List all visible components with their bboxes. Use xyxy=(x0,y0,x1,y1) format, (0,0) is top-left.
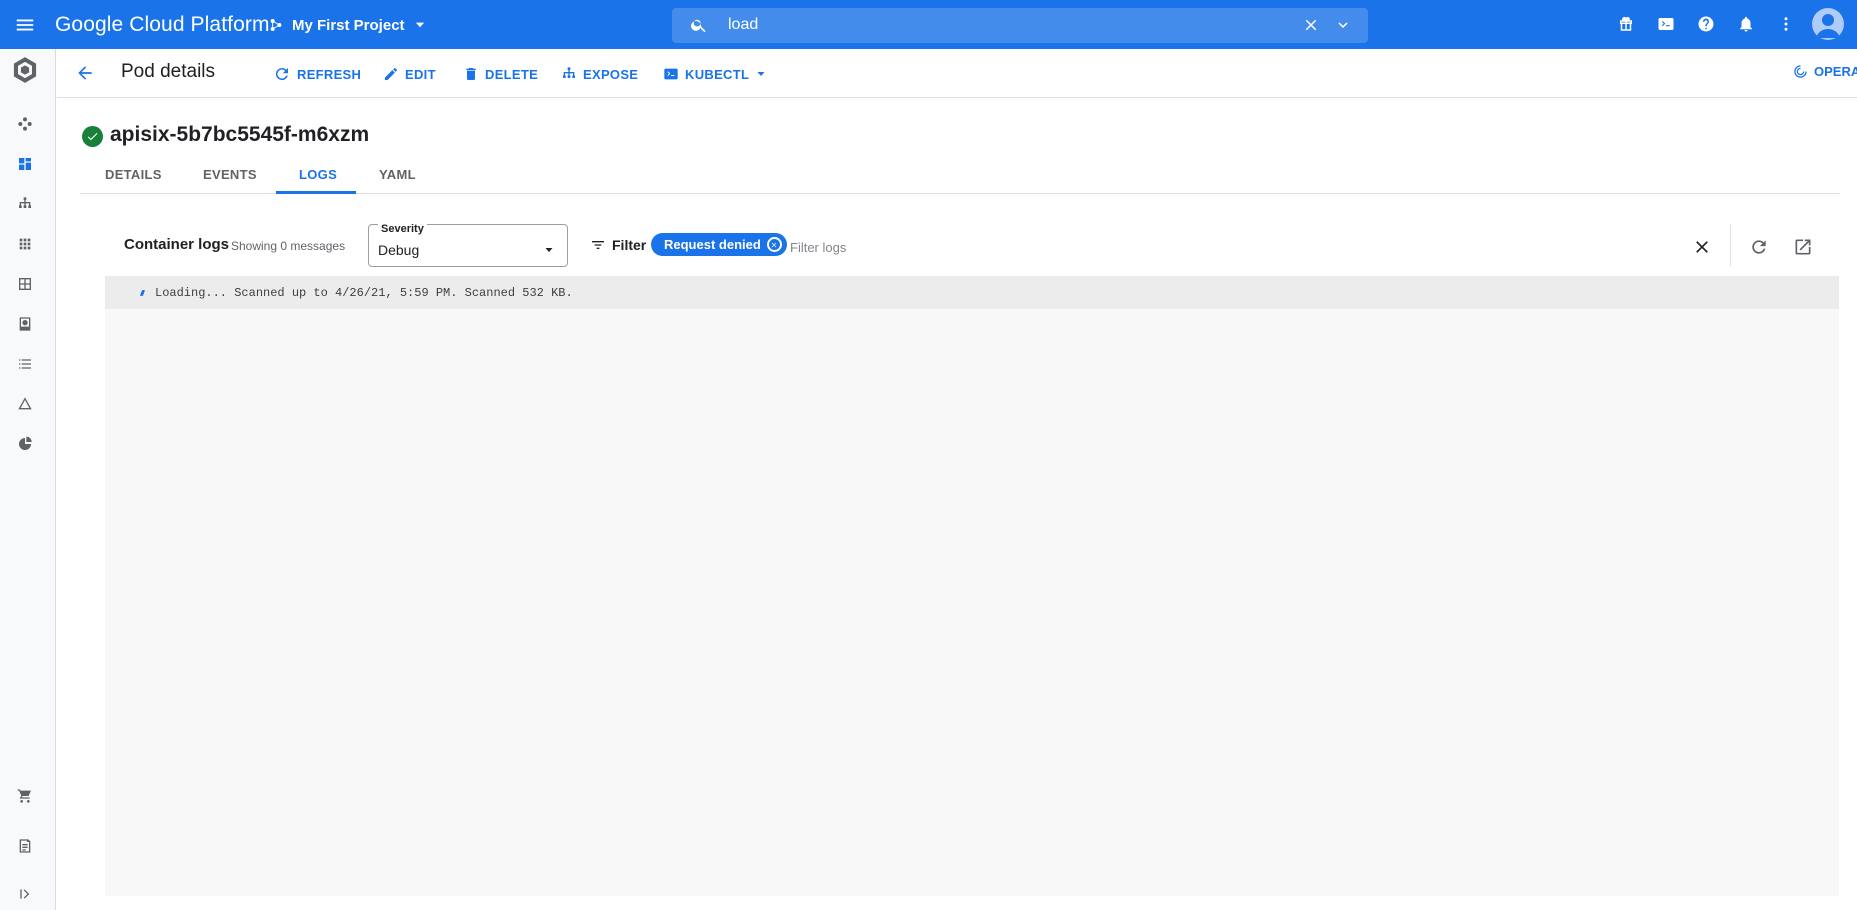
cloud-shell-icon[interactable] xyxy=(1655,13,1677,35)
edit-button[interactable]: EDIT xyxy=(383,64,436,84)
filter-list-icon xyxy=(592,241,604,249)
notifications-icon[interactable] xyxy=(1735,13,1757,35)
avatar[interactable] xyxy=(1812,8,1844,40)
filter-button[interactable]: Filter xyxy=(590,237,646,253)
tab-details[interactable]: DETAILS xyxy=(105,167,162,182)
top-app-bar: Google Cloud Platform My First Project l… xyxy=(0,0,1857,49)
operations-label: OPERATIONS xyxy=(1814,64,1857,79)
refresh-button[interactable]: REFRESH xyxy=(273,64,361,84)
kubectl-button[interactable]: KUBECTL xyxy=(663,64,767,84)
open-in-new-icon[interactable] xyxy=(1790,234,1816,260)
workloads-icon[interactable] xyxy=(14,153,36,175)
page-title: Pod details xyxy=(121,61,216,82)
clear-search-icon[interactable] xyxy=(1302,16,1320,39)
storage-icon[interactable] xyxy=(14,313,36,335)
tab-logs[interactable]: LOGS xyxy=(299,167,337,182)
chip-remove-icon[interactable] xyxy=(766,237,782,252)
container-logs-title: Container logs xyxy=(124,236,230,253)
search-expand-icon[interactable] xyxy=(1334,16,1352,39)
edit-pencil-icon xyxy=(385,68,397,80)
search-input[interactable]: load xyxy=(728,16,758,34)
kubernetes-engine-icon[interactable] xyxy=(11,56,39,84)
filter-label: Filter xyxy=(612,237,647,253)
refresh-icon xyxy=(275,68,288,81)
tab-events[interactable]: EVENTS xyxy=(203,167,257,182)
pod-tabs: DETAILS EVENTS LOGS YAML xyxy=(80,158,1840,194)
chevron-down-icon xyxy=(415,22,424,28)
filter-logs-input[interactable] xyxy=(790,236,1390,258)
loading-status-text: Loading... Scanned up to 4/26/21, 5:59 P… xyxy=(155,286,573,300)
severity-label: Severity xyxy=(378,223,427,235)
left-nav-rail xyxy=(0,49,56,910)
clear-filter-icon[interactable] xyxy=(1689,234,1715,260)
project-selector[interactable]: My First Project xyxy=(268,12,427,38)
delete-button[interactable]: DELETE xyxy=(463,64,538,84)
account-icon xyxy=(1816,14,1840,38)
active-tab-indicator xyxy=(276,191,356,194)
log-viewer[interactable]: Loading... Scanned up to 4/26/21, 5:59 P… xyxy=(105,276,1839,896)
operations-icon xyxy=(1794,65,1807,78)
more-vert-icon[interactable] xyxy=(1775,13,1797,35)
release-notes-icon[interactable] xyxy=(14,835,36,857)
severity-select[interactable]: Severity Debug xyxy=(368,223,568,267)
clusters-icon[interactable] xyxy=(14,113,36,135)
expose-button[interactable]: EXPOSE xyxy=(561,64,638,84)
expose-icon xyxy=(563,67,575,78)
marketplace-icon[interactable] xyxy=(14,785,36,807)
tab-yaml[interactable]: YAML xyxy=(379,167,416,182)
object-browser-icon[interactable] xyxy=(14,353,36,375)
chip-label: Request denied xyxy=(664,237,761,252)
applications-icon[interactable] xyxy=(14,233,36,255)
search-icon xyxy=(690,16,708,39)
operations-button[interactable]: OPERATIONS xyxy=(1793,64,1857,79)
expose-label: EXPOSE xyxy=(583,66,639,82)
expand-nav-icon[interactable] xyxy=(14,883,36,905)
loading-status-row: Loading... Scanned up to 4/26/21, 5:59 P… xyxy=(105,276,1839,309)
config-management-icon[interactable] xyxy=(14,433,36,455)
message-count: Showing 0 messages xyxy=(231,239,346,253)
trash-icon xyxy=(466,68,476,80)
configuration-icon[interactable] xyxy=(14,273,36,295)
pod-status-ok-icon xyxy=(82,126,103,147)
chevron-down-icon xyxy=(757,72,765,76)
actions-divider xyxy=(1730,224,1731,266)
refresh-logs-icon[interactable] xyxy=(1746,234,1772,260)
brand-title[interactable]: Google Cloud Platform xyxy=(55,13,270,37)
search-box[interactable]: load xyxy=(672,8,1368,43)
severity-value: Debug xyxy=(378,242,420,258)
action-toolbar: Pod details REFRESH EDIT DELETE EXPOSE K… xyxy=(57,49,1857,98)
filter-chip-request-denied[interactable]: Request denied xyxy=(651,233,787,256)
help-icon[interactable] xyxy=(1695,13,1717,35)
chevron-down-icon xyxy=(543,243,555,261)
main-menu-icon[interactable] xyxy=(12,12,38,38)
project-name: My First Project xyxy=(292,16,405,34)
services-ingress-icon[interactable] xyxy=(14,193,36,215)
refresh-label: REFRESH xyxy=(297,66,362,82)
edit-label: EDIT xyxy=(405,66,436,82)
project-icon xyxy=(270,19,282,31)
migrate-icon[interactable] xyxy=(14,393,36,415)
loading-spinner-icon xyxy=(139,290,146,296)
terminal-icon xyxy=(664,68,678,80)
pod-name: apisix-5b7bc5545f-m6xzm xyxy=(110,123,370,146)
kubectl-label: KUBECTL xyxy=(685,66,750,82)
back-arrow-icon[interactable] xyxy=(75,63,95,88)
gift-icon[interactable] xyxy=(1615,13,1637,35)
delete-label: DELETE xyxy=(485,66,539,82)
